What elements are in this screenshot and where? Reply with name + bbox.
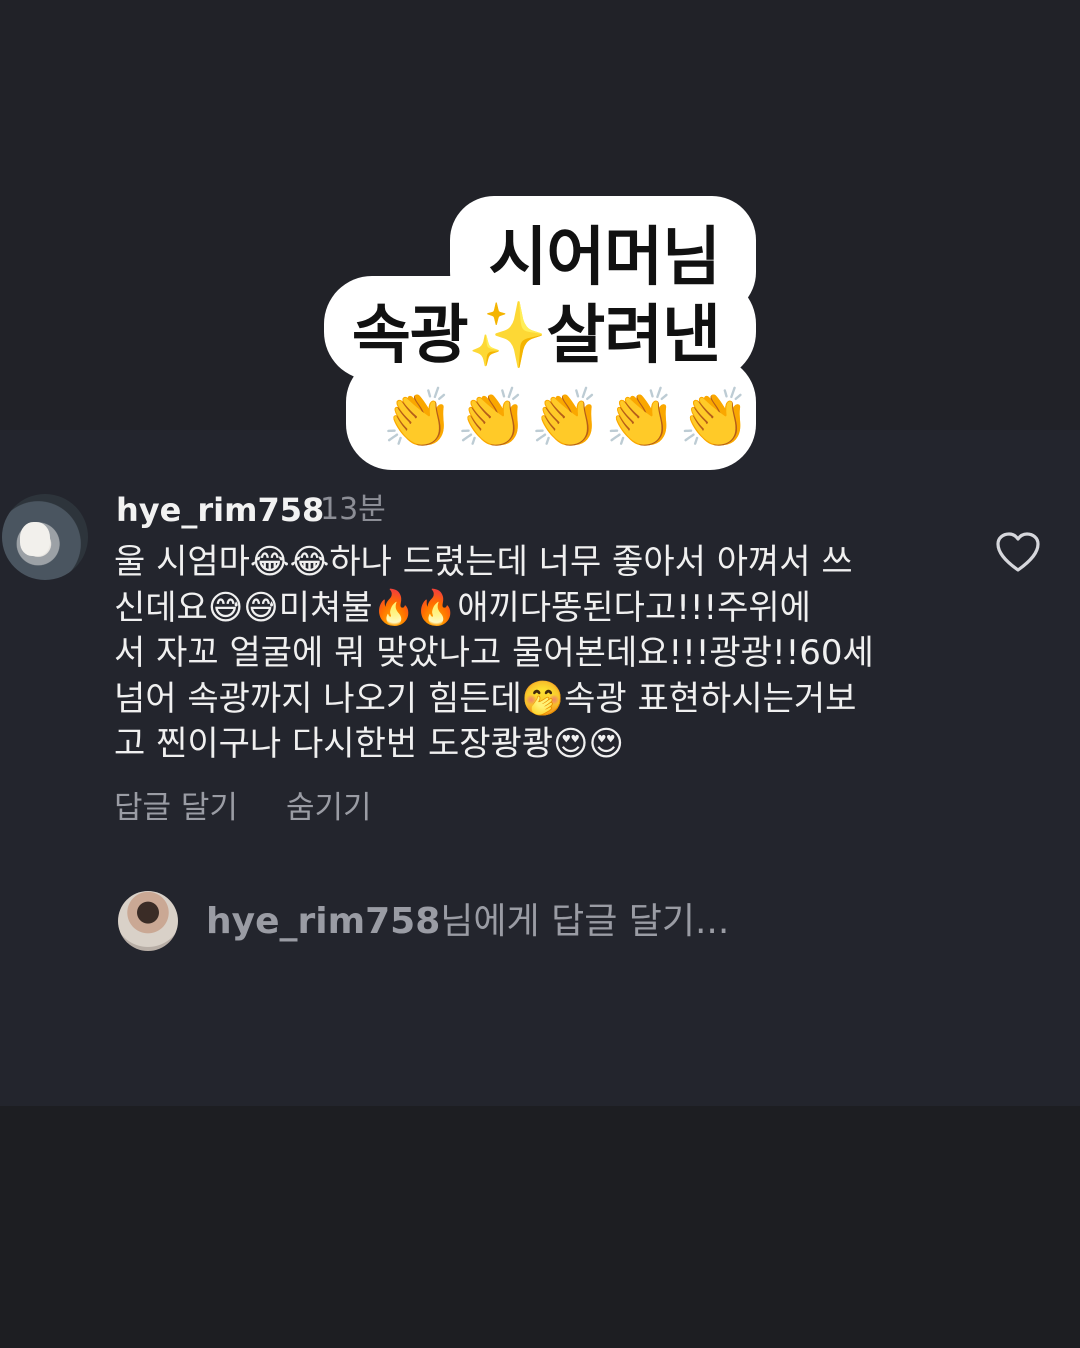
bottom-area <box>0 1106 1080 1348</box>
comment-line: 넘어 속광까지 나오기 힘든데🤭속광 표현하시는거보 <box>114 678 857 719</box>
comment-panel <box>0 430 1080 1106</box>
comment-line: 울 시엄마😂😂하나 드렸는데 너무 좋아서 아껴서 쓰 <box>114 542 853 582</box>
sticker-clap-emojis: 👏👏👏👏👏 <box>382 384 754 452</box>
comment-text: 울 시엄마😂😂하나 드렸는데 너무 좋아서 아껴서 쓰 신데요😅😅미쳐불🔥🔥애끼… <box>114 540 954 768</box>
story-reply-screen: 시어머님 속광✨살려낸 👏👏👏👏👏 hye_rim758 13분 울 시엄마😂😂… <box>0 0 1080 1348</box>
reply-target-username: hye_rim758 <box>206 901 441 942</box>
avatar-dog-image <box>20 522 50 556</box>
reply-input[interactable]: hye_rim758님에게 답글 달기... <box>206 900 729 944</box>
reply-button[interactable]: 답글 달기 <box>114 788 238 828</box>
comment-line: 서 자꼬 얼굴에 뭐 맞았나고 물어본데요!!!광광!!60세 <box>114 633 874 673</box>
comment-username[interactable]: hye_rim758 <box>116 490 324 530</box>
comment-line: 신데요😅😅미쳐불🔥🔥애끼다똥된다고!!!주위에 <box>114 587 811 628</box>
sticker-text-line2: 속광✨살려낸 <box>351 299 721 373</box>
comment-line: 고 찐이구나 다시한번 도장쾅쾅😍😍 <box>114 724 624 764</box>
sticker-text-line1: 시어머님 <box>488 221 721 295</box>
current-user-avatar <box>118 891 178 951</box>
commenter-avatar[interactable] <box>2 494 88 580</box>
hide-button[interactable]: 숨기기 <box>286 788 372 828</box>
heart-icon[interactable] <box>994 530 1042 574</box>
comment-timestamp: 13분 <box>320 492 386 527</box>
reply-input-placeholder: 님에게 답글 달기... <box>440 901 730 942</box>
